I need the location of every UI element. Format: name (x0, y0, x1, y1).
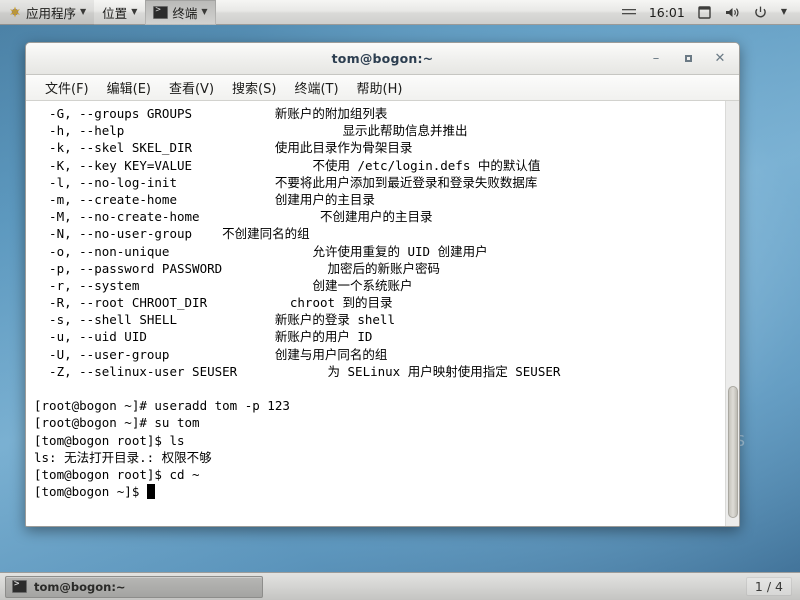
maximize-button[interactable] (679, 50, 697, 68)
menu-places[interactable]: 位置 ▼ (94, 0, 145, 25)
desktop: CENTOS 应用程序 ▼ 位置 ▼ 终端 ▼ (0, 0, 800, 600)
chevron-down-icon: ▼ (131, 7, 138, 16)
chevron-down-icon[interactable]: ▼ (774, 0, 794, 25)
places-label: 位置 (102, 5, 128, 21)
terminal-line: -s, --shell SHELL 新账户的登录 shell (34, 312, 395, 328)
terminal-line: -h, --help 显示此帮助信息并推出 (34, 123, 468, 139)
terminal-line: [tom@bogon ~]$ (34, 483, 725, 500)
terminal-icon (153, 5, 169, 19)
top-panel: 应用程序 ▼ 位置 ▼ 终端 ▼ 16:01 (0, 0, 800, 25)
terminal-line: -M, --no-create-home 不创建用户的主目录 (34, 209, 433, 225)
volume-icon[interactable] (718, 0, 747, 25)
terminal-line: -k, --skel SKEL_DIR 使用此目录作为骨架目录 (34, 140, 413, 156)
terminal-line: -l, --no-log-init 不要将此用户添加到最近登录和登录失败数据库 (34, 174, 538, 190)
terminal-window[interactable]: tom@bogon:~ – ✕ 文件(F) 编辑(E) 查看(V) 搜索(S) … (25, 42, 740, 527)
tray-area: 16:01 ▼ (615, 0, 800, 25)
terminal-line: -Z, --selinux-user SEUSER 为 SELinux 用户映射… (34, 363, 561, 379)
fedora-logo-icon (8, 5, 22, 19)
terminal-menu-bar: 文件(F) 编辑(E) 查看(V) 搜索(S) 终端(T) 帮助(H) (26, 75, 739, 101)
terminal-body[interactable]: -G, --groups GROUPS 新账户的附加组列表 -h, --help… (26, 101, 739, 526)
hamburger-icon[interactable] (615, 0, 643, 25)
chevron-down-icon: ▼ (80, 7, 87, 16)
terminal-line: [tom@bogon root]$ cd ~ (34, 466, 200, 482)
terminal-line: ls: 无法打开目录.: 权限不够 (34, 449, 212, 465)
menu-file[interactable]: 文件(F) (36, 75, 98, 101)
menu-applications[interactable]: 应用程序 ▼ (0, 0, 95, 25)
terminal-line: -R, --root CHROOT_DIR chroot 到的目录 (34, 295, 393, 311)
taskbar-item-label: tom@bogon:~ (34, 579, 126, 594)
window-menu-terminal[interactable]: 终端 ▼ (145, 0, 216, 25)
window-icon[interactable] (691, 0, 718, 25)
taskbar-item-terminal[interactable]: tom@bogon:~ (5, 575, 263, 598)
bottom-panel: tom@bogon:~ 1 / 4 (0, 572, 800, 600)
terminal-output[interactable]: -G, --groups GROUPS 新账户的附加组列表 -h, --help… (26, 101, 725, 526)
terminal-line: [tom@bogon root]$ ls (34, 432, 185, 448)
terminal-line: [root@bogon ~]# useradd tom -p 123 (34, 398, 290, 414)
window-title-bar[interactable]: tom@bogon:~ – ✕ (26, 43, 739, 75)
menu-edit[interactable]: 编辑(E) (98, 75, 160, 101)
terminal-line: -m, --create-home 创建用户的主目录 (34, 191, 375, 207)
power-icon[interactable] (747, 0, 774, 25)
terminal-line: -N, --no-user-group 不创建同名的组 (34, 226, 310, 242)
menu-help[interactable]: 帮助(H) (348, 75, 412, 101)
terminal-cursor (146, 484, 155, 500)
terminal-line: -r, --system 创建一个系统账户 (34, 277, 413, 293)
window-controls: – ✕ (647, 50, 739, 68)
close-button[interactable]: ✕ (711, 50, 729, 68)
terminal-scrollbar[interactable] (725, 101, 739, 526)
terminal-icon (12, 579, 27, 593)
maximize-icon (684, 55, 692, 62)
menu-terminal[interactable]: 终端(T) (285, 75, 347, 101)
terminal-line: -G, --groups GROUPS 新账户的附加组列表 (34, 106, 388, 121)
applications-label: 应用程序 (26, 5, 77, 21)
terminal-line: -U, --user-group 创建与用户同名的组 (34, 346, 388, 362)
terminal-line: -u, --uid UID 新账户的用户 ID (34, 329, 373, 345)
menu-search[interactable]: 搜索(S) (223, 75, 285, 101)
scrollbar-thumb[interactable] (728, 385, 738, 518)
chevron-down-icon: ▼ (201, 7, 208, 16)
minimize-button[interactable]: – (647, 50, 665, 68)
terminal-line: -o, --non-unique 允许使用重复的 UID 创建用户 (34, 243, 488, 259)
terminal-line: -K, --key KEY=VALUE 不使用 /etc/login.defs … (34, 157, 541, 173)
terminal-line: -p, --password PASSWORD 加密后的新账户密码 (34, 260, 441, 276)
workspace-switcher[interactable]: 1 / 4 (745, 577, 792, 596)
terminal-line: [root@bogon ~]# su tom (34, 415, 200, 431)
menu-view[interactable]: 查看(V) (160, 75, 223, 101)
clock[interactable]: 16:01 (643, 5, 691, 20)
window-title: tom@bogon:~ (331, 51, 434, 66)
active-window-label: 终端 (172, 5, 198, 21)
